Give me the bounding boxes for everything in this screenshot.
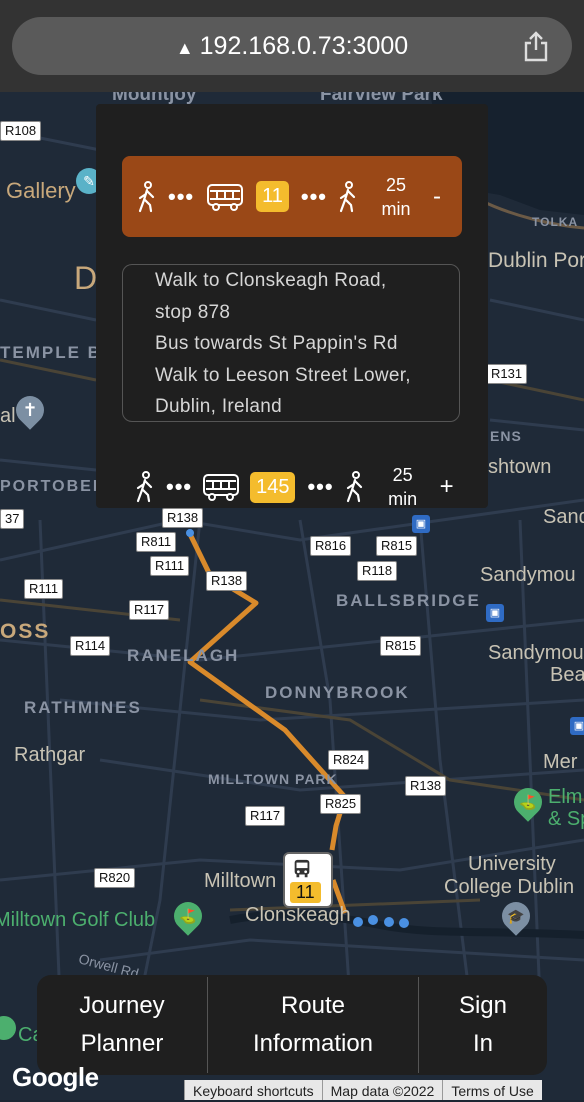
keyboard-shortcuts-link[interactable]: Keyboard shortcuts	[184, 1080, 322, 1100]
road-shield: R811	[136, 532, 177, 552]
place-label: MILLTOWN PARK	[208, 771, 338, 787]
train-station-icon[interactable]: ▣	[486, 604, 504, 622]
road-shield: R131	[486, 364, 528, 384]
university-icon[interactable]: 🎓	[496, 896, 536, 936]
google-logo: Google	[12, 1062, 99, 1092]
road-shield: 37	[0, 509, 25, 529]
place-label: Dublin Por	[488, 249, 584, 272]
place-label: Rathgar	[14, 744, 86, 766]
map-data-text: Map data ©2022	[321, 1080, 443, 1100]
road-shield: R117	[129, 600, 170, 620]
road-shield: R825	[320, 794, 362, 814]
place-label: OSS	[0, 620, 51, 643]
road-shield: R114	[70, 636, 111, 656]
route-duration: 25 min	[388, 465, 418, 508]
road-shield: R824	[328, 750, 370, 770]
road-shield: R108	[0, 121, 42, 141]
place-label: Elm	[548, 786, 583, 808]
place-label: TOLKA	[532, 215, 579, 229]
road-shield: R815	[380, 636, 422, 656]
place-label: Sandymou	[488, 642, 584, 664]
place-label: & Sp	[548, 808, 584, 830]
place-label: TEMPLE B	[0, 343, 102, 362]
place-label: BALLSBRIDGE	[336, 591, 481, 610]
expand-toggle[interactable]: +	[440, 473, 454, 501]
url-text: 192.168.0.73:3000	[199, 32, 409, 60]
route-directions: Walk to Clonskeagh Road, stop 878 Bus to…	[122, 264, 460, 422]
walk-icon	[339, 180, 356, 212]
map-attribution: Keyboard shortcuts Map data ©2022 Terms …	[184, 1080, 542, 1100]
road-shield: R816	[310, 536, 352, 556]
direction-step: stop 878	[155, 301, 231, 323]
walk-icon	[138, 180, 155, 212]
bus-icon	[207, 183, 244, 211]
golf-icon[interactable]: ⛳	[508, 782, 548, 822]
journey-planner-button[interactable]: Journey Planner	[37, 975, 207, 1075]
direction-step: Walk to Leeson Street Lower,	[155, 364, 411, 386]
place-label: College Dublin	[444, 876, 575, 898]
place-label: RATHMINES	[24, 698, 142, 717]
journey-options-panel: ••• 11 ••• 25 min - Walk to Clonskeagh R…	[96, 104, 488, 508]
bottom-navigation: Journey Planner Route Information Sign In	[37, 975, 547, 1075]
road-shield: R111	[24, 579, 64, 599]
road-shield: R138	[405, 776, 447, 796]
share-icon[interactable]	[522, 30, 550, 62]
place-label: Sandymou	[480, 564, 576, 586]
bus-stop-marker[interactable]: 11	[283, 852, 333, 908]
road-shield: R138	[162, 508, 204, 528]
bus-number-badge: 145	[250, 471, 296, 503]
train-station-icon[interactable]: ▣	[412, 515, 430, 533]
collapse-toggle[interactable]: -	[433, 183, 441, 211]
place-label: Gallery	[6, 178, 76, 203]
church-icon[interactable]: ✝	[10, 390, 50, 430]
address-bar[interactable]: ▲ 192.168.0.73:3000	[12, 17, 572, 75]
place-label: Bea	[550, 664, 584, 686]
train-station-icon[interactable]: ▣	[570, 717, 584, 735]
direction-step: Bus towards St Pappin's Rd	[155, 333, 398, 354]
route-option[interactable]: ••• 145 ••• 25 min +	[122, 462, 462, 508]
place-label: Sand	[543, 506, 584, 528]
route-option-selected[interactable]: ••• 11 ••• 25 min -	[122, 156, 462, 237]
walk-dots: •••	[166, 474, 193, 499]
sign-in-button[interactable]: Sign In	[419, 975, 547, 1075]
walk-icon	[136, 471, 153, 503]
place-label: Mer	[543, 751, 578, 773]
browser-toolbar: ▲ 192.168.0.73:3000	[0, 0, 584, 92]
warning-triangle-icon: ▲	[175, 38, 194, 58]
road-shield: R111	[150, 556, 190, 576]
walk-dots: •••	[168, 183, 195, 209]
route-duration: 25 min	[381, 174, 411, 219]
place-label: RANELAGH	[127, 646, 240, 665]
road-shield: R820	[94, 868, 136, 888]
road-shield: R117	[245, 806, 286, 826]
road-shield: R118	[357, 561, 398, 581]
place-label: Milltown Golf Club	[0, 909, 156, 931]
walk-dots: •••	[300, 183, 327, 209]
walk-icon	[346, 471, 362, 503]
place-label: Milltown	[204, 870, 277, 892]
place-label: shtown	[488, 456, 552, 478]
direction-step: Walk to Clonskeagh Road,	[155, 270, 387, 291]
place-label: al	[0, 405, 16, 427]
direction-step: Dublin, Ireland	[155, 396, 283, 417]
bus-icon	[294, 859, 310, 878]
place-label: ENS	[490, 428, 522, 444]
place-label: D	[74, 260, 98, 296]
road-shield: R815	[376, 536, 418, 556]
place-label: DONNYBROOK	[265, 683, 410, 702]
route-information-button[interactable]: Route Information	[208, 975, 418, 1075]
terms-of-use-link[interactable]: Terms of Use	[442, 1080, 541, 1100]
road-shield: R138	[206, 571, 248, 591]
bus-number-badge: 11	[290, 882, 321, 903]
golf-icon[interactable]: ⛳	[168, 896, 208, 936]
walk-dots: •••	[307, 474, 334, 499]
place-label: University	[468, 853, 556, 875]
bus-number-badge: 11	[256, 181, 289, 212]
bus-icon	[203, 474, 240, 501]
